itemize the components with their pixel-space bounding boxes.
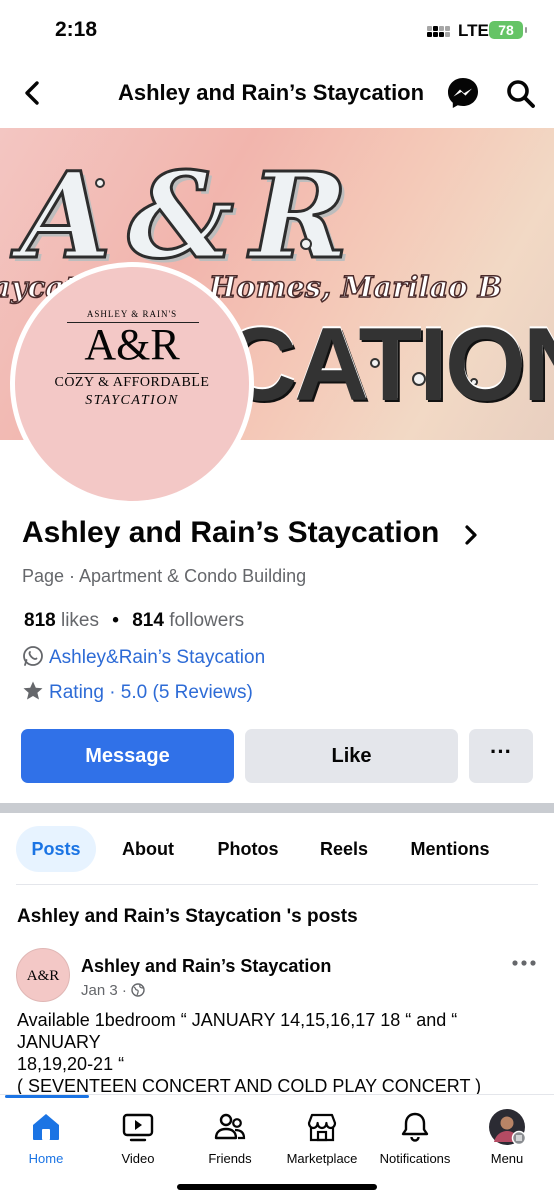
profile-picture[interactable]: ASHLEY & RAIN'S A&R COZY & AFFORDABLE ST… xyxy=(10,262,254,506)
network-label: LTE xyxy=(458,21,489,40)
tab-mentions[interactable]: Mentions xyxy=(404,826,496,872)
message-button[interactable]: Message xyxy=(21,729,234,783)
nav-marketplace[interactable]: Marketplace xyxy=(277,1111,367,1166)
post-date[interactable]: Jan 3 · xyxy=(81,982,127,999)
logo-line-1: ASHLEY & RAIN'S xyxy=(86,309,178,319)
logo-rule xyxy=(67,373,199,374)
logo-monogram: A&R xyxy=(84,320,180,369)
page-stats[interactable]: 818 likes • 814 followers xyxy=(24,610,244,632)
active-tab-indicator xyxy=(5,1095,89,1098)
nav-menu-label: Menu xyxy=(490,1151,524,1166)
page-name[interactable]: Ashley and Rain’s Staycation xyxy=(22,516,439,550)
bell-icon xyxy=(401,1112,429,1142)
cover-headline: CATION xyxy=(222,307,554,423)
likes-label: likes xyxy=(60,610,99,631)
star-icon xyxy=(23,681,43,700)
stats-separator: • xyxy=(112,610,119,631)
more-options-button[interactable]: ··· xyxy=(469,729,533,783)
marketplace-icon xyxy=(307,1113,337,1142)
profile-logo: ASHLEY & RAIN'S A&R COZY & AFFORDABLE ST… xyxy=(15,267,249,501)
whatsapp-label: Ashley&Rain’s Staycation xyxy=(49,647,266,668)
menu-avatar-icon xyxy=(489,1109,526,1146)
back-arrow-icon[interactable] xyxy=(18,78,48,108)
nav-video[interactable]: Video xyxy=(93,1111,183,1166)
nav-video-label: Video xyxy=(121,1151,155,1166)
status-bar: 2:18 LTE 78 xyxy=(0,0,554,60)
post-author-avatar[interactable]: A&R xyxy=(16,948,70,1002)
status-time: 2:18 xyxy=(55,18,98,41)
top-nav: Ashley and Rain’s Staycation xyxy=(0,60,554,128)
nav-notifications-label: Notifications xyxy=(379,1151,451,1166)
followers-label: followers xyxy=(169,610,245,631)
nav-friends[interactable]: Friends xyxy=(185,1111,275,1166)
cover-monogram: A&R xyxy=(18,145,365,287)
nav-notifications[interactable]: Notifications xyxy=(370,1111,460,1166)
section-divider xyxy=(0,803,554,813)
tab-about[interactable]: About xyxy=(112,826,184,872)
whatsapp-link[interactable]: Ashley&Rain’s Staycation xyxy=(22,645,265,669)
tab-photos[interactable]: Photos xyxy=(208,826,288,872)
chevron-right-icon[interactable] xyxy=(462,524,480,546)
home-indicator xyxy=(177,1184,377,1190)
logo-line-3: STAYCATION xyxy=(85,393,179,408)
post-more-icon[interactable] xyxy=(512,960,536,966)
likes-count: 818 xyxy=(24,610,56,631)
post-author-name[interactable]: Ashley and Rain’s Staycation xyxy=(81,956,331,977)
messenger-icon[interactable] xyxy=(446,76,480,110)
nav-home-label: Home xyxy=(28,1151,64,1166)
tab-reels[interactable]: Reels xyxy=(312,826,376,872)
video-icon xyxy=(122,1113,154,1142)
rating-link[interactable]: Rating · 5.0 (5 Reviews) xyxy=(22,680,253,704)
friends-icon xyxy=(214,1113,246,1140)
post-line: 18,19,20-21 “ xyxy=(17,1054,125,1074)
nav-friends-label: Friends xyxy=(208,1151,252,1166)
logo-line-2: COZY & AFFORDABLE xyxy=(54,375,210,390)
globe-icon xyxy=(131,983,145,997)
nav-menu[interactable]: Menu xyxy=(462,1109,552,1166)
tabs-divider xyxy=(16,884,538,885)
tab-posts[interactable]: Posts xyxy=(16,826,96,872)
home-icon xyxy=(33,1114,59,1140)
page-category: Page · Apartment & Condo Building xyxy=(22,566,307,586)
like-button[interactable]: Like xyxy=(245,729,458,783)
posts-heading: Ashley and Rain’s Staycation 's posts xyxy=(17,906,358,927)
post-line: Available 1bedroom “ JANUARY 14,15,16,17… xyxy=(17,1010,463,1052)
nav-home[interactable]: Home xyxy=(1,1111,91,1166)
page-title: Ashley and Rain’s Staycation xyxy=(118,80,425,105)
followers-count: 814 xyxy=(132,610,164,631)
search-icon[interactable] xyxy=(505,78,537,110)
page-tabs: Posts About Photos Reels Mentions xyxy=(16,826,538,874)
whatsapp-icon xyxy=(23,646,43,666)
battery-icon: 78 xyxy=(489,21,527,39)
rating-label: Rating · 5.0 (5 Reviews) xyxy=(49,682,253,703)
post-meta: Jan 3 · xyxy=(81,982,145,999)
nav-marketplace-label: Marketplace xyxy=(286,1151,358,1166)
signal-icon xyxy=(427,24,451,38)
post-text: Available 1bedroom “ JANUARY 14,15,16,17… xyxy=(17,1009,542,1097)
